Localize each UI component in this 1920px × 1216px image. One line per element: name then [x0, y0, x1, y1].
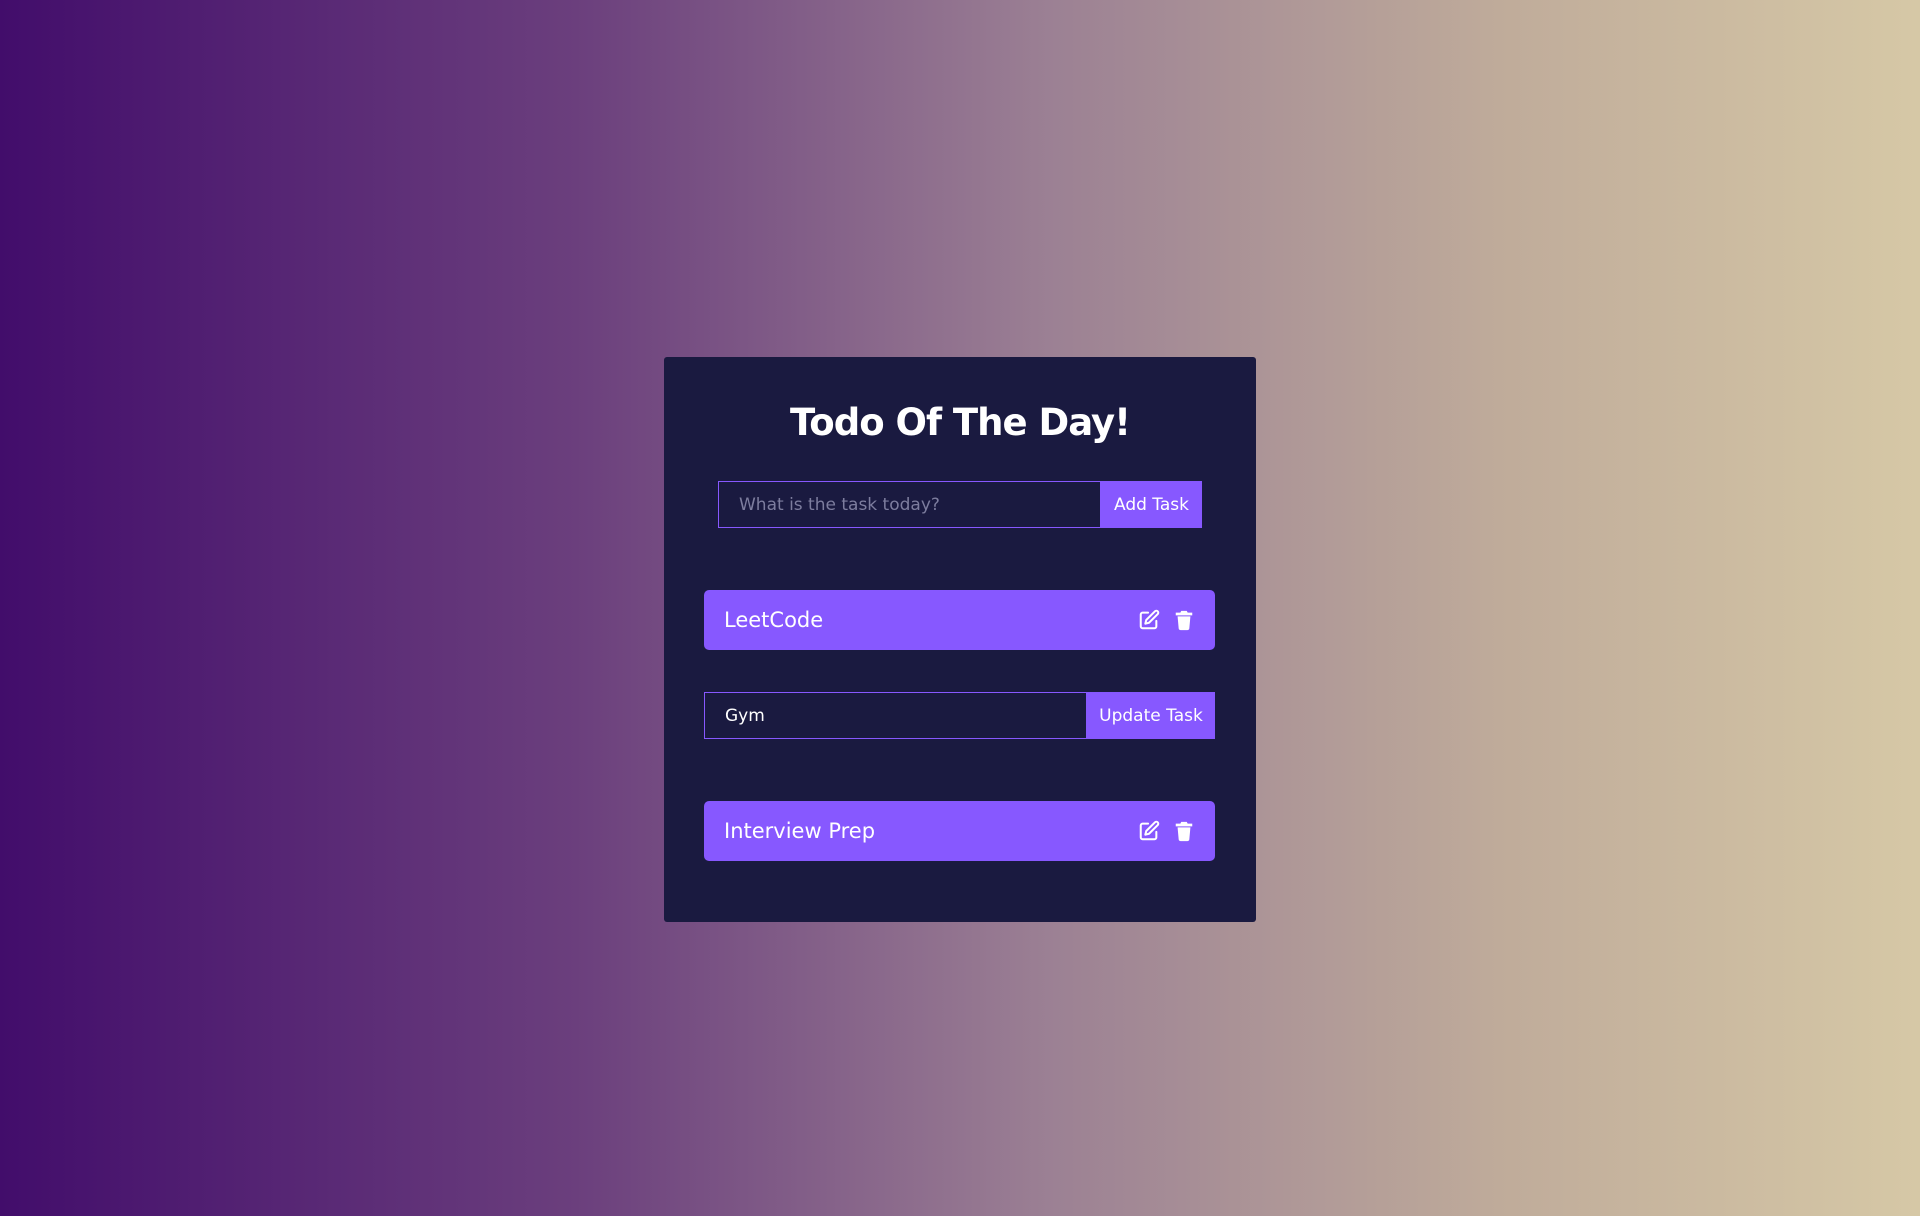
todo-card: Todo Of The Day! Add Task LeetCode Updat… — [664, 357, 1256, 922]
page-title: Todo Of The Day! — [789, 401, 1131, 444]
edit-task-input[interactable] — [704, 692, 1087, 739]
add-task-button[interactable]: Add Task — [1101, 481, 1202, 528]
edit-icon[interactable] — [1138, 608, 1160, 632]
task-input[interactable] — [718, 481, 1101, 528]
trash-icon[interactable] — [1173, 608, 1195, 632]
update-task-button[interactable]: Update Task — [1087, 692, 1215, 739]
edit-task-form: Update Task — [704, 692, 1215, 739]
trash-icon[interactable] — [1173, 819, 1195, 843]
todo-item-label: LeetCode — [724, 608, 824, 632]
todo-item-label: Interview Prep — [724, 819, 876, 843]
edit-icon[interactable] — [1138, 819, 1160, 843]
todo-item: Interview Prep — [704, 801, 1215, 861]
todo-item: LeetCode — [704, 590, 1215, 650]
add-task-form: Add Task — [718, 481, 1202, 528]
